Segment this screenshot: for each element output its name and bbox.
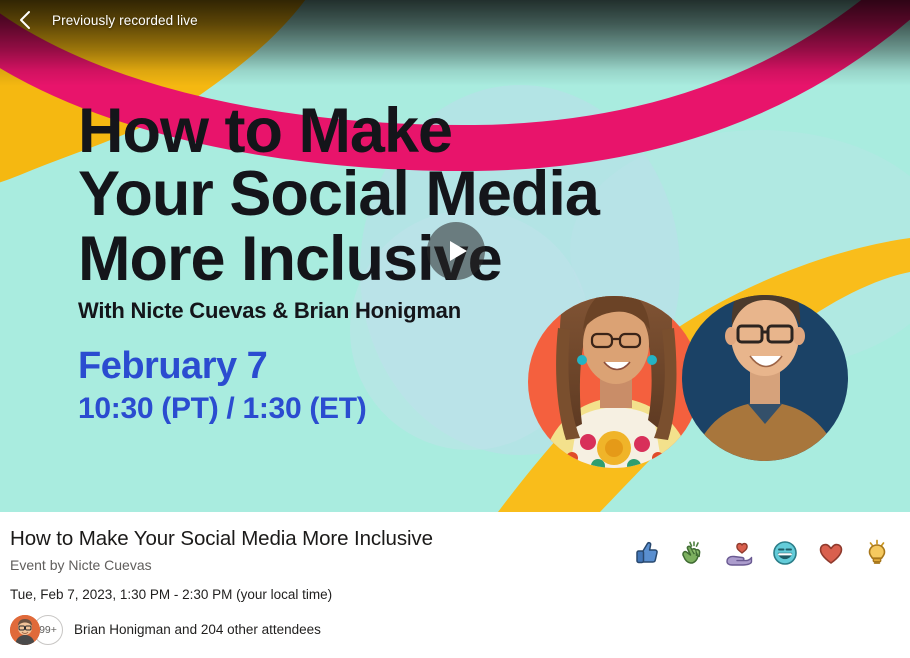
back-button[interactable]	[12, 7, 38, 33]
attendees-label: Brian Honigman and 204 other attendees	[74, 622, 321, 637]
heart-in-hand-icon	[726, 542, 753, 566]
laugh-reaction-button[interactable]	[768, 536, 802, 570]
love-reaction-button[interactable]	[814, 536, 848, 570]
avatar-stack[interactable]: 99+	[10, 615, 63, 645]
banner-presenters: With Nicte Cuevas & Brian Honigman	[78, 298, 461, 323]
video-player[interactable]: How to Make Your Social Media More Inclu…	[0, 0, 910, 512]
heart-icon	[819, 543, 843, 564]
recording-status-label: Previously recorded live	[52, 12, 198, 28]
avatar-photo	[10, 615, 40, 645]
thumbs-up-reaction-button[interactable]	[630, 536, 664, 570]
insight-reaction-button[interactable]	[860, 536, 894, 570]
banner-date: February 7	[78, 345, 267, 387]
applause-reaction-button[interactable]	[676, 536, 710, 570]
event-datetime: Tue, Feb 7, 2023, 1:30 PM - 2:30 PM (you…	[10, 587, 333, 602]
play-button[interactable]	[427, 222, 485, 280]
attendees-row[interactable]: 99+ Brian Honigman and 204 other attende…	[10, 615, 898, 645]
event-info-panel: How to Make Your Social Media More Inclu…	[0, 512, 910, 658]
heart-hand-reaction-button[interactable]	[722, 536, 756, 570]
laughing-face-icon	[773, 541, 797, 565]
reactions-bar[interactable]	[630, 536, 894, 570]
avatar[interactable]	[10, 615, 40, 645]
play-icon	[450, 241, 467, 261]
player-top-bar: Previously recorded live	[0, 0, 910, 40]
banner-time: 10:30 (PT) / 1:30 (ET)	[78, 392, 366, 425]
lightbulb-icon	[868, 539, 886, 564]
chevron-left-icon	[20, 11, 30, 29]
banner-headline-line-2: Your Social Media	[78, 159, 601, 229]
banner-headline-line-1: How to Make	[78, 96, 452, 166]
clapping-hands-icon	[682, 541, 701, 564]
thumbs-up-icon	[636, 541, 658, 564]
